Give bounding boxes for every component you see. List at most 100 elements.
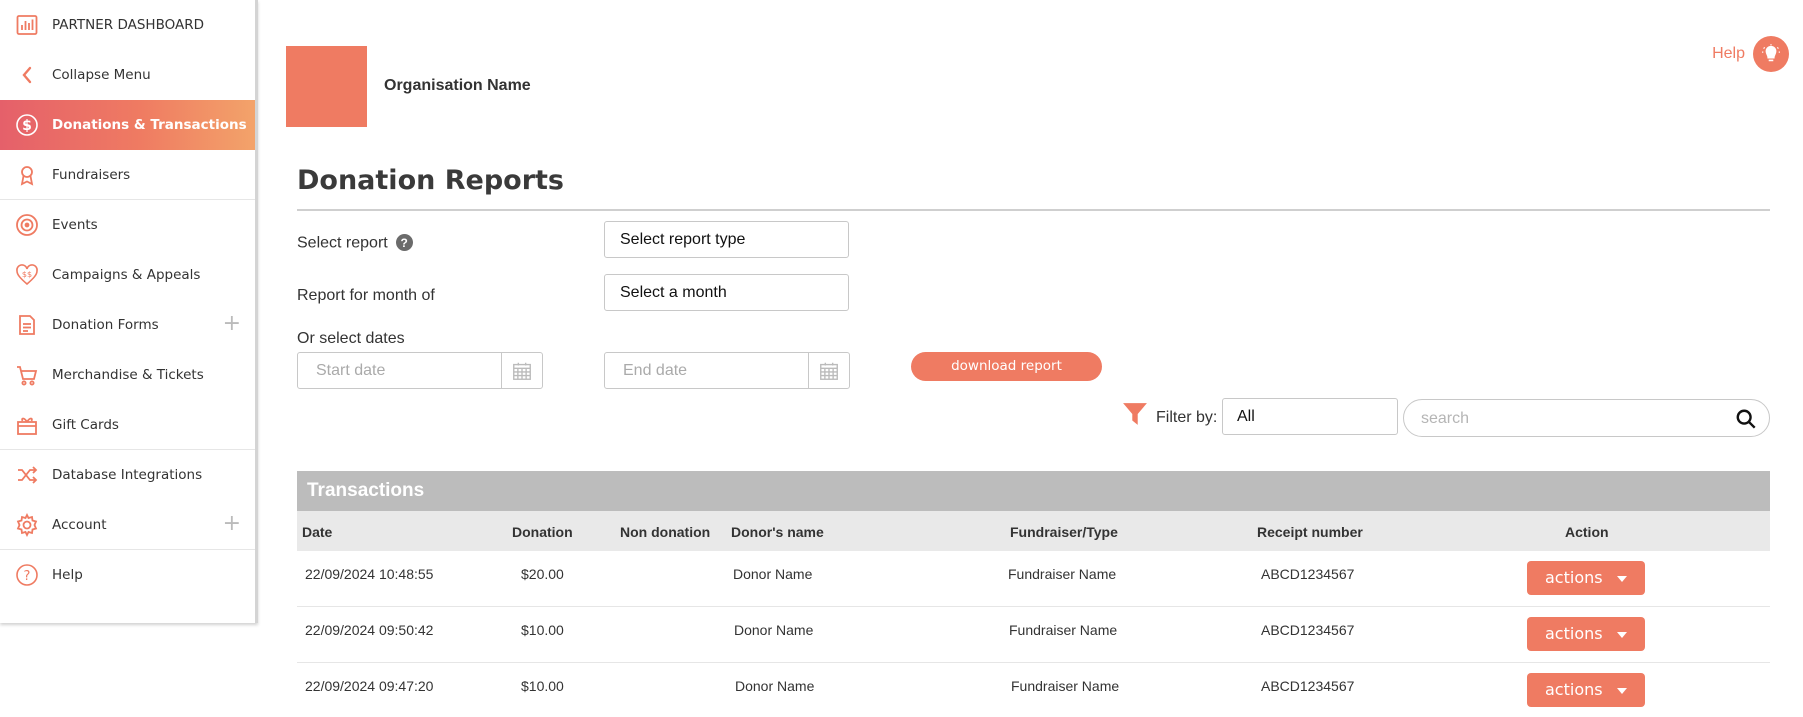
actions-label: actions <box>1545 568 1603 587</box>
sidebar-item-label: Campaigns & Appeals <box>52 267 201 283</box>
heart-dollar-icon: $$ <box>14 262 40 288</box>
actions-label: actions <box>1545 680 1603 699</box>
cart-icon <box>14 362 40 388</box>
caret-down-icon <box>1617 576 1627 582</box>
lightbulb-icon <box>1753 36 1789 72</box>
table-row: 22/09/2024 09:47:20 $10.00 Donor Name Fu… <box>297 663 1770 717</box>
target-icon <box>14 212 40 238</box>
transactions-header: Transactions <box>297 471 1770 511</box>
dollar-circle-icon: $ <box>14 112 40 138</box>
actions-dropdown-button[interactable]: actions <box>1527 617 1645 651</box>
help-link-label: Help <box>1712 45 1745 62</box>
column-header-action: Action <box>1565 524 1609 540</box>
sidebar-item-merchandise-tickets[interactable]: Merchandise & Tickets <box>0 350 255 400</box>
search-placeholder: search <box>1421 410 1470 427</box>
cell-receipt: ABCD1234567 <box>1261 622 1355 638</box>
gear-icon <box>14 512 40 538</box>
end-date-placeholder: End date <box>623 362 688 379</box>
cell-date: 22/09/2024 09:47:20 <box>305 678 434 694</box>
search-icon[interactable] <box>1735 408 1757 435</box>
sidebar-item-campaigns-appeals[interactable]: $$ Campaigns & Appeals <box>0 250 255 300</box>
table-column-headers: Date Donation Non donation Donor's name … <box>297 511 1770 551</box>
cell-donor-name: Donor Name <box>734 622 814 638</box>
column-header-receipt-number[interactable]: Receipt number <box>1257 524 1363 540</box>
select-report-label-text: Select report <box>297 234 388 252</box>
organisation-logo <box>286 46 367 127</box>
svg-text:$: $ <box>22 118 32 134</box>
cell-date: 22/09/2024 09:50:42 <box>305 622 434 638</box>
sidebar-item-label: Help <box>52 567 83 583</box>
sidebar-item-label: Account <box>52 516 107 533</box>
table-row: 22/09/2024 10:48:55 $20.00 Donor Name Fu… <box>297 551 1770 607</box>
gift-icon <box>14 412 40 438</box>
sidebar-item-donations-transactions[interactable]: $ Donations & Transactions <box>0 100 255 150</box>
actions-dropdown-button[interactable]: actions <box>1527 561 1645 595</box>
start-date-field[interactable]: Start date <box>297 352 543 389</box>
caret-down-icon <box>1617 688 1627 694</box>
sidebar-item-fundraisers[interactable]: Fundraisers <box>0 150 255 200</box>
organisation-name: Organisation Name <box>384 77 531 94</box>
start-date-placeholder: Start date <box>316 362 386 379</box>
help-link[interactable]: Help <box>1712 36 1789 72</box>
cell-donation: $20.00 <box>521 566 564 582</box>
sidebar-item-label: Collapse Menu <box>52 67 151 83</box>
sidebar-item-label: Gift Cards <box>52 416 119 433</box>
sidebar-item-events[interactable]: Events <box>0 200 255 250</box>
month-select[interactable]: Select a month <box>604 274 849 311</box>
chevron-left-icon <box>14 62 40 88</box>
expand-plus-icon[interactable]: + <box>223 513 241 535</box>
cell-receipt: ABCD1234567 <box>1261 566 1355 582</box>
sidebar-item-label: Database Integrations <box>52 467 203 483</box>
title-divider <box>297 209 1770 211</box>
caret-down-icon <box>1617 632 1627 638</box>
sidebar-item-account[interactable]: Account + <box>0 500 255 550</box>
sidebar-item-label: Donation Forms <box>52 317 159 333</box>
sidebar-item-label: PARTNER DASHBOARD <box>52 17 204 33</box>
sidebar-item-partner-dashboard[interactable]: PARTNER DASHBOARD <box>0 0 255 50</box>
document-icon <box>14 312 40 338</box>
svg-text:?: ? <box>24 569 31 584</box>
cell-fundraiser: Fundraiser Name <box>1009 622 1118 638</box>
sidebar-item-label: Events <box>52 217 98 233</box>
cell-fundraiser: Fundraiser Name <box>1011 678 1120 694</box>
end-date-field[interactable]: End date <box>604 352 850 389</box>
cell-date: 22/09/2024 10:48:55 <box>305 566 434 582</box>
filter-label: Filter by: <box>1156 409 1218 426</box>
sidebar-item-donation-forms[interactable]: Donation Forms + <box>0 300 255 350</box>
column-header-fundraiser-type[interactable]: Fundraiser/Type <box>1010 524 1118 540</box>
report-type-select[interactable]: Select report type <box>604 221 849 258</box>
calendar-icon[interactable] <box>501 353 542 388</box>
sidebar-item-help[interactable]: ? Help <box>0 550 255 600</box>
ribbon-icon <box>14 162 40 188</box>
page-title: Donation Reports <box>297 165 565 196</box>
table-row: 22/09/2024 09:50:42 $10.00 Donor Name Fu… <box>297 607 1770 663</box>
filter-select[interactable]: All <box>1222 398 1398 435</box>
search-input[interactable]: search <box>1403 399 1770 437</box>
sidebar-item-collapse-menu[interactable]: Collapse Menu <box>0 50 255 100</box>
sidebar-item-database-integrations[interactable]: Database Integrations <box>0 450 255 500</box>
sidebar-item-label: Donations & Transactions <box>52 117 247 133</box>
filter-icon <box>1122 401 1148 432</box>
question-help-icon[interactable]: ? <box>395 234 413 251</box>
sidebar-item-label: Merchandise & Tickets <box>52 367 204 383</box>
sidebar-item-label: Fundraisers <box>52 166 131 183</box>
shuffle-icon <box>14 462 40 488</box>
cell-donor-name: Donor Name <box>733 566 813 582</box>
cell-receipt: ABCD1234567 <box>1261 678 1355 694</box>
cell-donor-name: Donor Name <box>735 678 815 694</box>
column-header-non-donation[interactable]: Non donation <box>620 524 710 540</box>
select-report-label: Select report? <box>297 234 413 253</box>
column-header-date[interactable]: Date <box>302 524 332 540</box>
question-circle-icon: ? <box>14 562 40 588</box>
cell-donation: $10.00 <box>521 678 564 694</box>
dates-label: Or select dates <box>297 330 405 347</box>
bar-chart-icon <box>14 12 40 38</box>
cell-fundraiser: Fundraiser Name <box>1008 566 1117 582</box>
expand-plus-icon[interactable]: + <box>223 313 241 335</box>
calendar-icon[interactable] <box>808 353 849 388</box>
actions-dropdown-button[interactable]: actions <box>1527 673 1645 707</box>
download-report-button[interactable]: download report <box>911 352 1102 381</box>
sidebar-item-gift-cards[interactable]: Gift Cards <box>0 400 255 450</box>
column-header-donor-name[interactable]: Donor's name <box>731 524 824 540</box>
column-header-donation[interactable]: Donation <box>512 524 573 540</box>
